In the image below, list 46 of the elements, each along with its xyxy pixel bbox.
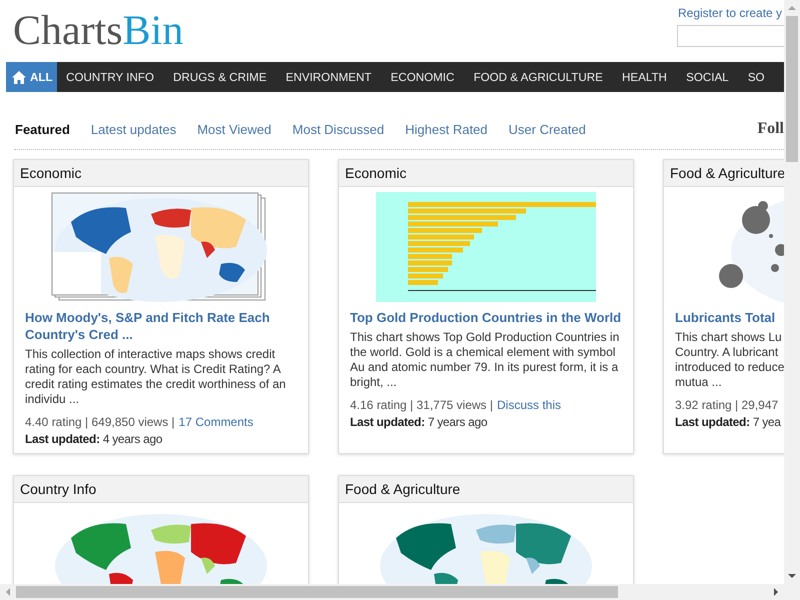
last-updated-text: Last updated: 7 years ago (350, 415, 488, 430)
scrollbar-thumb[interactable] (786, 16, 798, 162)
nav-item[interactable]: FOOD & AGRICULTURE (464, 62, 612, 92)
chart-stats: 4.16 rating | 31,775 views | (350, 398, 493, 413)
category-label: Food & Agriculture (345, 481, 460, 497)
chart-title-link[interactable]: How Moody's, S&P and Fitch Rate Each Country's Cred ... (25, 309, 297, 343)
category-label: Economic (20, 165, 82, 181)
filter-tab[interactable]: Most Viewed (197, 122, 272, 136)
nav-item[interactable]: ENVIRONMENT (276, 62, 382, 92)
scroll-down-icon[interactable] (788, 572, 796, 580)
nav-item[interactable]: ECONOMIC (381, 62, 464, 92)
chart-description: This chart shows Lu Country. A lubricant introduced to reduce mutua ... (675, 330, 784, 390)
scroll-right-icon[interactable] (772, 588, 780, 596)
filter-tab[interactable]: Highest Rated (405, 122, 488, 136)
chart-description: This chart shows Top Gold Production Countries in the world. Gold is a chemical element with symbol Au and atomic number 79. In its purest form, it is a bright, ... (350, 330, 620, 390)
comments-link[interactable]: 17 Comments (178, 415, 254, 430)
nav-item[interactable]: SO (738, 62, 774, 92)
nav-item[interactable]: DRUGS & CRIME (164, 62, 276, 92)
scroll-left-icon[interactable] (4, 588, 12, 596)
search-field[interactable] (677, 25, 784, 47)
category-label: Country Info (20, 481, 96, 497)
comments-link[interactable]: Discuss this (497, 398, 562, 413)
filter-tab[interactable]: Latest updates (90, 122, 176, 136)
chart-description: This collection of interactive maps shows credit rating for each country. What is Credit Rating? A credit rating estimates the credit worthiness of an individu ... (25, 347, 287, 407)
nav-item[interactable]: HEALTH (612, 62, 676, 92)
filter-tab[interactable]: Most Discussed (292, 122, 384, 136)
last-updated-text: Last updated: 7 yea (675, 415, 781, 430)
side-heading: Foll (757, 120, 784, 138)
register-link[interactable]: Register to create y (677, 6, 784, 20)
nav-item[interactable]: SOCIAL (676, 62, 738, 92)
scroll-up-icon[interactable] (788, 4, 796, 12)
horizontal-scrollbar[interactable] (0, 584, 800, 600)
chart-stats: 4.40 rating | 649,850 views | (25, 415, 175, 430)
scrollbar-thumb[interactable] (16, 586, 618, 598)
chart-stats: 3.92 rating | 29,947 (675, 398, 778, 413)
nav-item[interactable]: ALL (6, 62, 57, 92)
last-updated-text: Last updated: 4 years ago (25, 432, 162, 447)
nav-item[interactable]: COUNTRY INFO (56, 62, 164, 92)
chart-title-link[interactable]: Lubricants Total (675, 309, 784, 326)
category-label: Economic (345, 165, 406, 181)
chart-title-link[interactable]: Top Gold Production Countries in the World (350, 309, 622, 326)
home-icon (12, 70, 26, 84)
logo[interactable]: ChartsBin (13, 8, 184, 54)
filter-tab[interactable]: Featured (15, 122, 70, 136)
filter-tab[interactable]: User Created (508, 122, 586, 136)
vertical-scrollbar[interactable] (784, 0, 800, 584)
